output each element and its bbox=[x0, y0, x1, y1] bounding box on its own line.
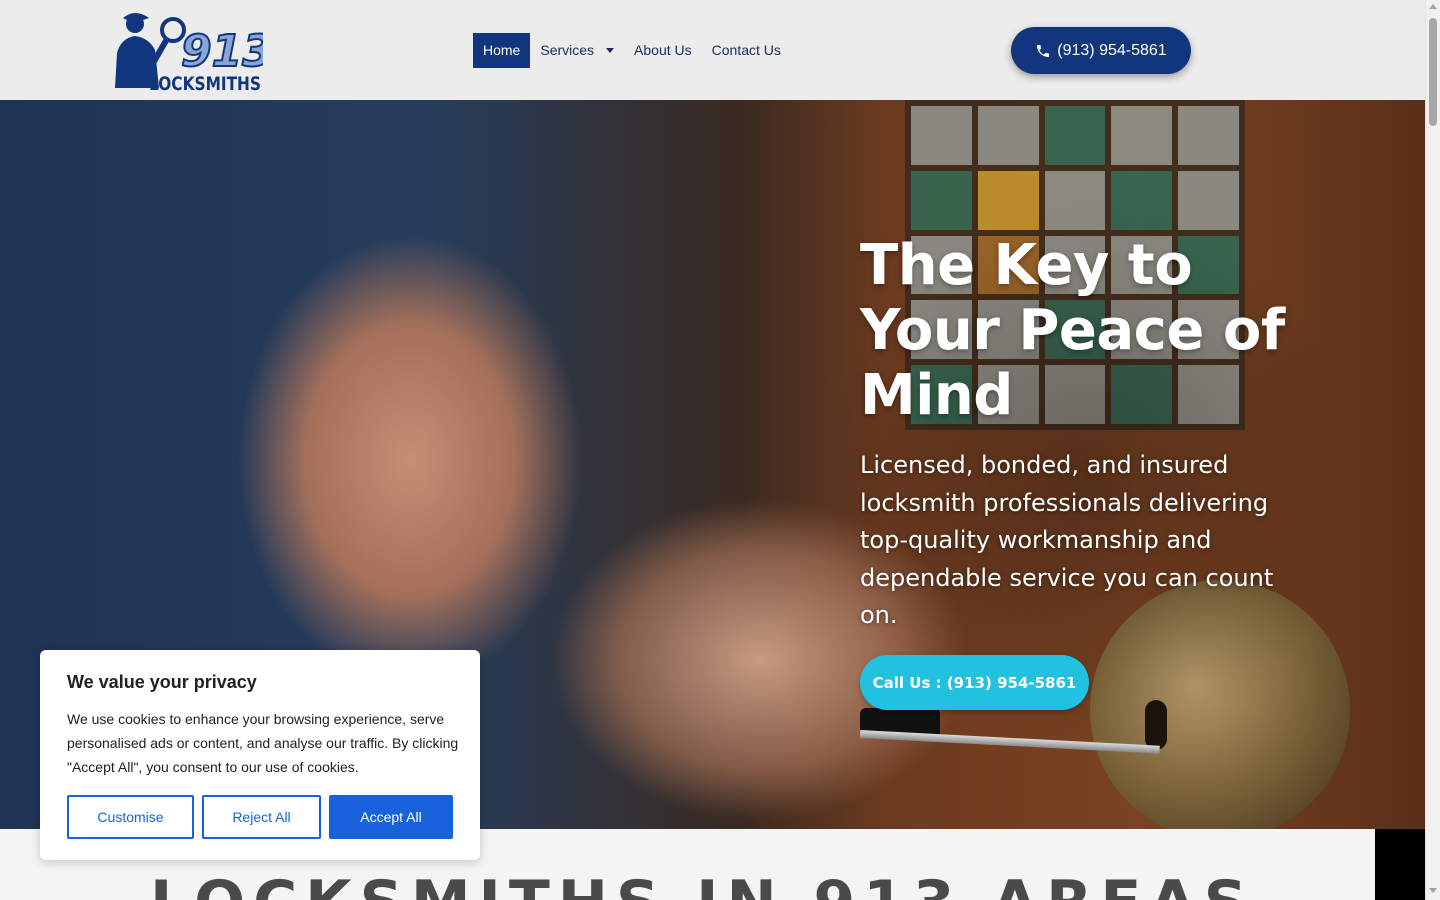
site-header: 913 LOCKSMITHS Home Services About Us Co… bbox=[0, 0, 1425, 100]
cookie-text: We use cookies to enhance your browsing … bbox=[67, 711, 459, 775]
reject-all-button[interactable]: Reject All bbox=[202, 795, 321, 839]
site-logo[interactable]: 913 LOCKSMITHS bbox=[113, 8, 274, 95]
locksmith-logo-icon: 913 LOCKSMITHS bbox=[115, 13, 274, 95]
cookie-consent-banner: We value your privacy We use cookies to … bbox=[40, 650, 480, 860]
nav-contact[interactable]: Contact Us bbox=[702, 33, 791, 68]
page-scrollbar[interactable] bbox=[1425, 0, 1440, 900]
hero-title: The Key to Your Peace of Mind bbox=[860, 233, 1285, 428]
header-phone-label: (913) 954-5861 bbox=[1057, 41, 1167, 59]
floating-black-widget bbox=[1375, 829, 1425, 900]
nav-home-label: Home bbox=[483, 42, 521, 58]
hero-subtitle: Licensed, bonded, and insured locksmith … bbox=[860, 451, 1274, 629]
scrollbar-thumb[interactable] bbox=[1429, 18, 1437, 126]
nav-contact-label: Contact Us bbox=[711, 42, 781, 58]
nav-about[interactable]: About Us bbox=[624, 33, 702, 68]
scroll-up-arrow-icon[interactable] bbox=[1429, 4, 1437, 9]
header-phone-button[interactable]: (913) 954-5861 bbox=[1011, 27, 1191, 74]
section-title: LOCKSMITHS IN 913 AREAS OF KS bbox=[150, 868, 1250, 900]
hero-call-button[interactable]: Call Us : (913) 954-5861 bbox=[860, 655, 1089, 710]
chevron-down-icon[interactable] bbox=[606, 48, 615, 53]
cookie-title: We value your privacy bbox=[67, 672, 257, 692]
main-nav: Home Services About Us Contact Us bbox=[473, 33, 791, 68]
svg-text:913: 913 bbox=[181, 26, 263, 77]
customise-button[interactable]: Customise bbox=[67, 795, 194, 839]
nav-services-label: Services bbox=[540, 42, 595, 58]
nav-services[interactable]: Services bbox=[530, 33, 624, 68]
phone-icon bbox=[1037, 44, 1050, 57]
scroll-down-arrow-icon[interactable] bbox=[1429, 888, 1437, 893]
svg-text:LOCKSMITHS: LOCKSMITHS bbox=[149, 73, 261, 92]
nav-home[interactable]: Home bbox=[473, 33, 531, 68]
nav-about-label: About Us bbox=[634, 42, 692, 58]
accept-all-button[interactable]: Accept All bbox=[329, 795, 453, 839]
